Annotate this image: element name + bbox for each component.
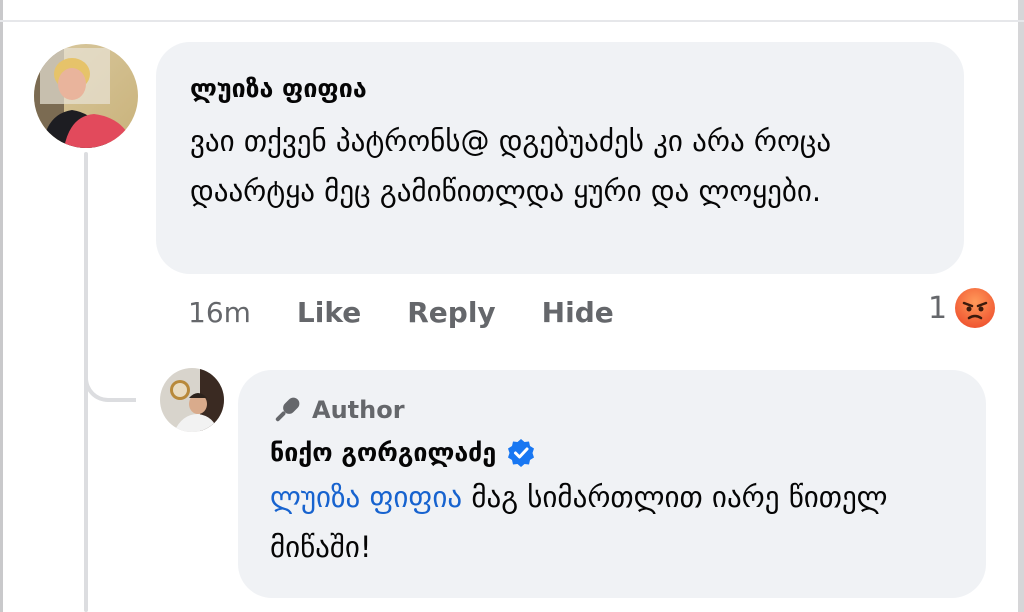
comment-thread: ლუიზა ფიფია ვაი თქვენ პატრონს@ დგებუაძეს… <box>0 0 1024 612</box>
comment-actions: 16m Like Reply Hide <box>188 292 660 332</box>
comment-timestamp[interactable]: 16m <box>188 296 251 329</box>
reply-button[interactable]: Reply <box>407 296 495 329</box>
mention-link[interactable]: ლუიზა ფიფია <box>270 480 462 514</box>
hide-button[interactable]: Hide <box>542 296 614 329</box>
right-frame-edge <box>1018 0 1024 612</box>
comment-bubble: ლუიზა ფიფია ვაი თქვენ პატრონს@ დგებუაძეს… <box>156 42 964 274</box>
reaction-summary[interactable]: 1 <box>928 286 997 330</box>
thread-connector <box>84 330 136 402</box>
author-badge-label: Author <box>312 396 405 424</box>
reply-author-row: ნიქო გორგილაძე <box>270 436 986 470</box>
reply-bubble: Author ნიქო გორგილაძე ლუიზა ფიფია მაგ სი… <box>238 370 986 598</box>
reply-avatar[interactable] <box>160 368 224 432</box>
angry-emoji-icon <box>955 288 996 328</box>
author-badge: Author <box>270 392 986 428</box>
like-button[interactable]: Like <box>297 296 361 329</box>
comment-text: ვაი თქვენ პატრონს@ დგებუაძეს კი არა როცა… <box>190 124 832 208</box>
top-divider <box>0 20 1024 22</box>
microphone-icon <box>275 397 300 422</box>
avatar-photo-icon <box>34 44 138 148</box>
left-frame-edge <box>0 0 3 612</box>
avatar[interactable] <box>34 44 138 148</box>
reply-text: ლუიზა ფიფია მაგ სიმართლით იარე წითელ მიწ… <box>270 472 970 572</box>
reaction-count: 1 <box>928 290 948 326</box>
verified-badge-icon <box>508 439 535 467</box>
comment-author-name[interactable]: ლუიზა ფიფია <box>190 72 964 106</box>
reply-author-name[interactable]: ნიქო გორგილაძე <box>270 436 496 470</box>
avatar-photo-icon <box>160 368 224 432</box>
